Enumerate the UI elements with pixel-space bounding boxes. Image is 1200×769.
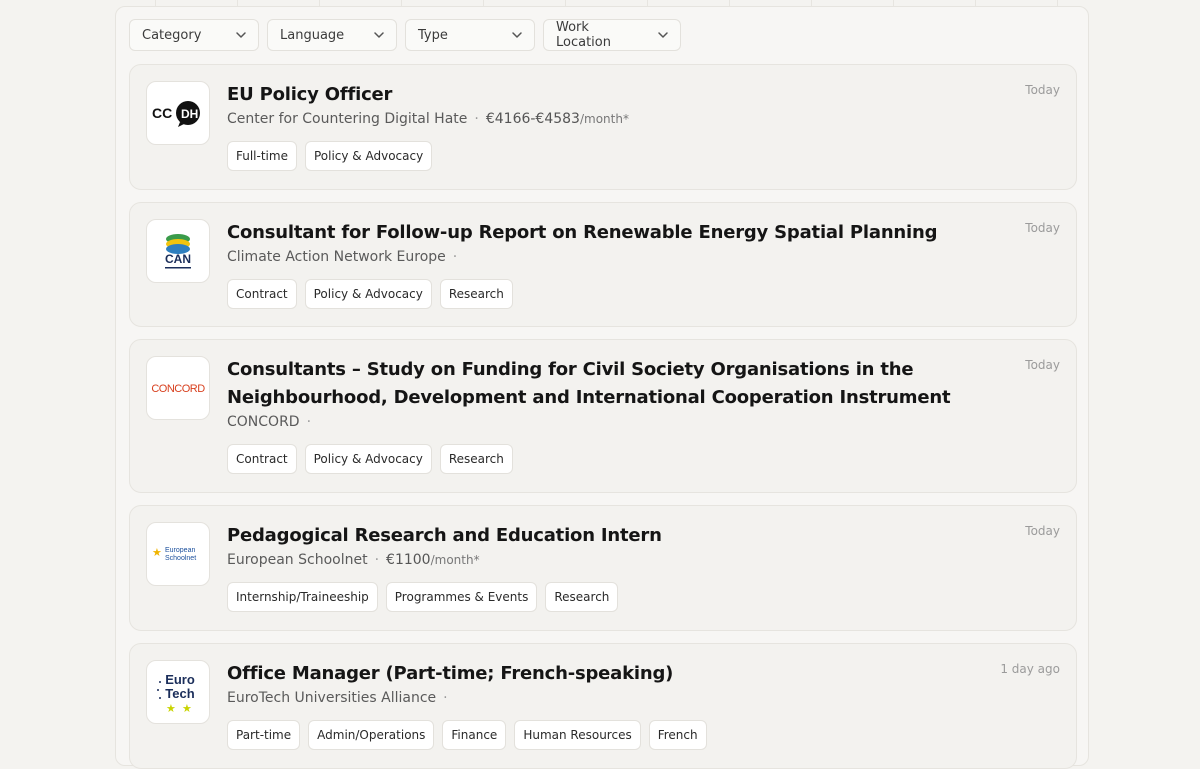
logo-text-schoolnet: Schoolnet	[165, 555, 196, 562]
salary-unit: /month*	[430, 553, 480, 567]
job-title[interactable]: Office Manager (Part-time; French-speaki…	[227, 660, 986, 688]
job-meta: Climate Action Network Europe ·	[227, 247, 986, 267]
tag[interactable]: Research	[545, 582, 619, 612]
separator-dot: ·	[474, 111, 479, 127]
tag-list: Full-time Policy & Advocacy	[227, 141, 986, 171]
tag[interactable]: Contract	[227, 279, 297, 309]
job-card[interactable]: ★ European Schoolnet Pedagogical Researc…	[129, 505, 1077, 631]
organization-name: European Schoolnet	[227, 552, 368, 568]
language-filter-label: Language	[280, 27, 345, 43]
job-title[interactable]: Consultant for Follow-up Report on Renew…	[227, 219, 986, 247]
tag[interactable]: Human Resources	[514, 720, 641, 750]
tag[interactable]: Part-time	[227, 720, 301, 750]
logo-text-cc: CC	[152, 105, 172, 121]
logo-text-concord: CONCORD	[151, 383, 205, 395]
work-location-filter[interactable]: Work Location	[543, 19, 681, 51]
posted-date: 1 day ago	[1000, 662, 1060, 676]
tag[interactable]: Full-time	[227, 141, 297, 171]
organization-logo: Euro Tech ★ ★	[146, 660, 210, 724]
filter-bar: Category Language Type Work Location	[129, 19, 681, 51]
tag[interactable]: Research	[439, 279, 513, 309]
salary-unit: /month*	[579, 112, 629, 126]
tag-list: Contract Policy & Advocacy Research	[227, 279, 986, 309]
organization-logo: CONCORD	[146, 356, 210, 420]
job-listings-panel: Category Language Type Work Location CC …	[115, 6, 1089, 769]
ccdh-logo: CC DH	[152, 101, 200, 127]
job-title[interactable]: Pedagogical Research and Education Inter…	[227, 522, 986, 550]
job-card[interactable]: Euro Tech ★ ★ Office Manager (Part-time;…	[129, 643, 1077, 769]
logo-text-european: European	[165, 547, 195, 554]
organization-name: Climate Action Network Europe	[227, 249, 446, 265]
job-meta: European Schoolnet · €1100/month*	[227, 550, 986, 570]
language-filter[interactable]: Language	[267, 19, 397, 51]
tag[interactable]: Policy & Advocacy	[304, 279, 432, 309]
job-meta: CONCORD ·	[227, 412, 986, 432]
job-meta: Center for Countering Digital Hate · €4166…	[227, 109, 986, 129]
job-title[interactable]: EU Policy Officer	[227, 81, 986, 109]
chevron-down-icon	[372, 28, 386, 42]
european-schoolnet-logo: ★ European Schoolnet	[152, 546, 196, 562]
tag-list: Part-time Admin/Operations Finance Human…	[227, 720, 986, 750]
logo-text-can: CAN	[165, 252, 191, 266]
tag[interactable]: Internship/Traineeship	[227, 582, 378, 612]
posted-date: Today	[1025, 83, 1060, 97]
posted-date: Today	[1025, 358, 1060, 372]
tag[interactable]: Policy & Advocacy	[304, 444, 432, 474]
logo-text-dh: DH	[181, 107, 198, 121]
salary: €4166-€4583	[485, 111, 580, 127]
type-filter[interactable]: Type	[405, 19, 535, 51]
organization-logo: CC DH	[146, 81, 210, 145]
separator-dot: ·	[374, 552, 380, 568]
organization-name: CONCORD	[227, 414, 300, 430]
organization-name: Center for Countering Digital Hate	[227, 111, 468, 127]
chevron-down-icon	[510, 28, 524, 42]
work-location-filter-label: Work Location	[556, 20, 611, 50]
category-filter[interactable]: Category	[129, 19, 259, 51]
salary: €1100	[386, 552, 431, 568]
tag[interactable]: Finance	[442, 720, 507, 750]
tag-list: Internship/Traineeship Programmes & Even…	[227, 582, 986, 612]
chevron-down-icon	[234, 28, 248, 42]
job-card[interactable]: CONCORD Consultants – Study on Funding f…	[129, 339, 1077, 493]
separator-dot: ·	[452, 249, 458, 265]
organization-name: EuroTech Universities Alliance	[227, 690, 437, 706]
tag[interactable]: French	[648, 720, 707, 750]
type-filter-label: Type	[418, 27, 448, 43]
separator-dot: ·	[443, 690, 448, 706]
job-card[interactable]: CAN Consultant for Follow-up Report on R…	[129, 202, 1077, 327]
organization-logo: ★ European Schoolnet	[146, 522, 210, 586]
separator-dot: ·	[306, 414, 312, 430]
logo-text-tech: Tech	[165, 686, 194, 701]
tag[interactable]: Policy & Advocacy	[304, 141, 433, 171]
organization-logo: CAN	[146, 219, 210, 283]
can-logo: CAN	[165, 234, 191, 269]
tag-list: Contract Policy & Advocacy Research	[227, 444, 986, 474]
job-card[interactable]: CC DH EU Policy Officer Center for Count…	[129, 64, 1077, 190]
svg-text:★: ★	[166, 702, 176, 715]
tag[interactable]: Programmes & Events	[385, 582, 538, 612]
tag[interactable]: Contract	[227, 444, 297, 474]
svg-text:★: ★	[182, 702, 192, 715]
category-filter-label: Category	[142, 27, 202, 43]
posted-date: Today	[1025, 221, 1060, 235]
eurotech-logo: Euro Tech ★ ★	[157, 672, 195, 715]
job-meta: EuroTech Universities Alliance ·	[227, 688, 986, 708]
logo-text-euro: Euro	[165, 672, 195, 687]
chevron-down-icon	[656, 28, 670, 42]
job-title[interactable]: Consultants – Study on Funding for Civil…	[227, 356, 986, 412]
posted-date: Today	[1025, 524, 1060, 538]
svg-text:★: ★	[152, 546, 162, 559]
tag[interactable]: Admin/Operations	[308, 720, 435, 750]
tag[interactable]: Research	[439, 444, 513, 474]
concord-logo: CONCORD	[151, 383, 205, 395]
